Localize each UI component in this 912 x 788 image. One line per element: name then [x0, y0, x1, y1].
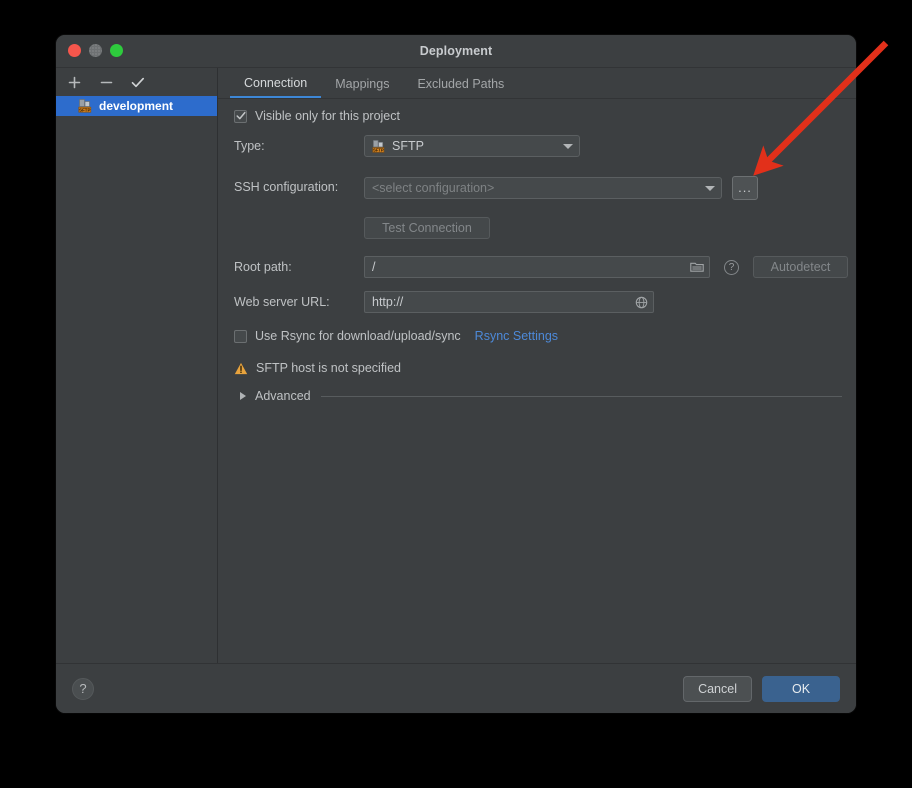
advanced-section-header[interactable]: Advanced: [240, 389, 842, 403]
sftp-icon: SFTP: [372, 140, 386, 153]
web-server-url-controls: http://: [364, 291, 654, 313]
ssh-configuration-select[interactable]: <select configuration>: [364, 177, 722, 199]
window-title: Deployment: [56, 44, 856, 58]
test-connection-wrap: Test Connection: [364, 217, 490, 239]
chevron-right-icon: [240, 392, 246, 400]
ssh-configuration-value: <select configuration>: [372, 181, 494, 195]
ssh-config-controls: <select configuration> ...: [364, 176, 758, 200]
root-path-help-icon[interactable]: ?: [724, 260, 739, 275]
type-label: Type:: [234, 139, 265, 153]
maximize-window-button[interactable]: [110, 44, 123, 57]
advanced-divider: [321, 396, 842, 397]
cancel-button-label: Cancel: [698, 682, 737, 696]
set-default-server-button[interactable]: [128, 72, 148, 92]
use-rsync-checkbox[interactable]: [234, 330, 247, 343]
server-list-toolbar: [56, 68, 217, 96]
server-list-panel: SFTP development: [56, 68, 218, 663]
root-path-value: /: [372, 260, 690, 274]
tab-mappings-label: Mappings: [335, 77, 389, 91]
folder-icon[interactable]: [690, 261, 704, 273]
server-list: SFTP development: [56, 96, 217, 663]
ssh-config-label-wrap: SSH configuration:: [234, 180, 338, 194]
screenshot-root: Deployment: [0, 0, 912, 788]
remove-server-button[interactable]: [96, 72, 116, 92]
ssh-configuration-label: SSH configuration:: [234, 180, 338, 194]
visible-only-row: Visible only for this project: [234, 109, 400, 123]
window-titlebar: Deployment: [56, 35, 856, 67]
rsync-settings-link[interactable]: Rsync Settings: [475, 329, 558, 343]
connection-form: Visible only for this project Type: S: [218, 99, 856, 663]
type-combo-wrap: SFTP SFTP: [364, 135, 580, 157]
tab-connection-label: Connection: [244, 76, 307, 90]
web-server-url-label-wrap: Web server URL:: [234, 295, 330, 309]
deployment-dialog: Deployment: [56, 35, 856, 713]
test-connection-button[interactable]: Test Connection: [364, 217, 490, 239]
web-server-url-label: Web server URL:: [234, 295, 330, 309]
dialog-footer: ? Cancel OK: [56, 663, 856, 713]
cancel-button[interactable]: Cancel: [683, 676, 752, 702]
type-label-wrap: Type:: [234, 139, 265, 153]
web-server-url-input[interactable]: http://: [364, 291, 654, 313]
visible-only-label: Visible only for this project: [255, 109, 400, 123]
svg-text:SFTP: SFTP: [373, 147, 384, 152]
root-path-controls: / ? Autodetect: [364, 256, 848, 278]
add-server-button[interactable]: [64, 72, 84, 92]
svg-text:SFTP: SFTP: [79, 107, 90, 112]
rsync-row: Use Rsync for download/upload/sync Rsync…: [234, 329, 558, 343]
ok-button[interactable]: OK: [762, 676, 840, 702]
warning-triangle-icon: [234, 362, 248, 375]
warning-message: SFTP host is not specified: [256, 361, 401, 375]
tab-mappings[interactable]: Mappings: [321, 69, 403, 98]
autodetect-button[interactable]: Autodetect: [753, 256, 848, 278]
traffic-light-controls: [68, 44, 123, 57]
visible-only-checkbox[interactable]: [234, 110, 247, 123]
web-server-url-value: http://: [372, 295, 635, 309]
dialog-body: SFTP development Connection Mappings: [56, 67, 856, 663]
ssh-configuration-browse-label: ...: [738, 185, 752, 191]
help-button[interactable]: ?: [72, 678, 94, 700]
close-window-button[interactable]: [68, 44, 81, 57]
ok-button-label: OK: [792, 682, 810, 696]
tab-excluded-paths-label: Excluded Paths: [417, 77, 504, 91]
help-button-label: ?: [79, 681, 86, 696]
advanced-label: Advanced: [255, 389, 311, 403]
warning-row: SFTP host is not specified: [234, 361, 401, 375]
root-path-label-wrap: Root path:: [234, 260, 292, 274]
chevron-down-icon: [563, 144, 573, 149]
sidebar-item-development[interactable]: SFTP development: [56, 96, 217, 116]
use-rsync-label: Use Rsync for download/upload/sync: [255, 329, 461, 343]
autodetect-label: Autodetect: [771, 260, 831, 274]
tab-bar: Connection Mappings Excluded Paths: [218, 68, 856, 99]
minimize-window-button[interactable]: [89, 44, 102, 57]
type-select-value: SFTP: [392, 139, 424, 153]
type-select[interactable]: SFTP SFTP: [364, 135, 580, 157]
root-path-label: Root path:: [234, 260, 292, 274]
sidebar-item-label: development: [99, 99, 173, 113]
ssh-configuration-browse-button[interactable]: ...: [732, 176, 758, 200]
sftp-server-icon: SFTP: [78, 99, 93, 113]
root-path-input[interactable]: /: [364, 256, 710, 278]
tab-excluded-paths[interactable]: Excluded Paths: [403, 69, 518, 98]
settings-panel: Connection Mappings Excluded Paths: [218, 68, 856, 663]
globe-icon[interactable]: [635, 296, 648, 309]
test-connection-label: Test Connection: [382, 221, 472, 235]
chevron-down-icon: [705, 186, 715, 191]
tab-connection[interactable]: Connection: [230, 69, 321, 98]
